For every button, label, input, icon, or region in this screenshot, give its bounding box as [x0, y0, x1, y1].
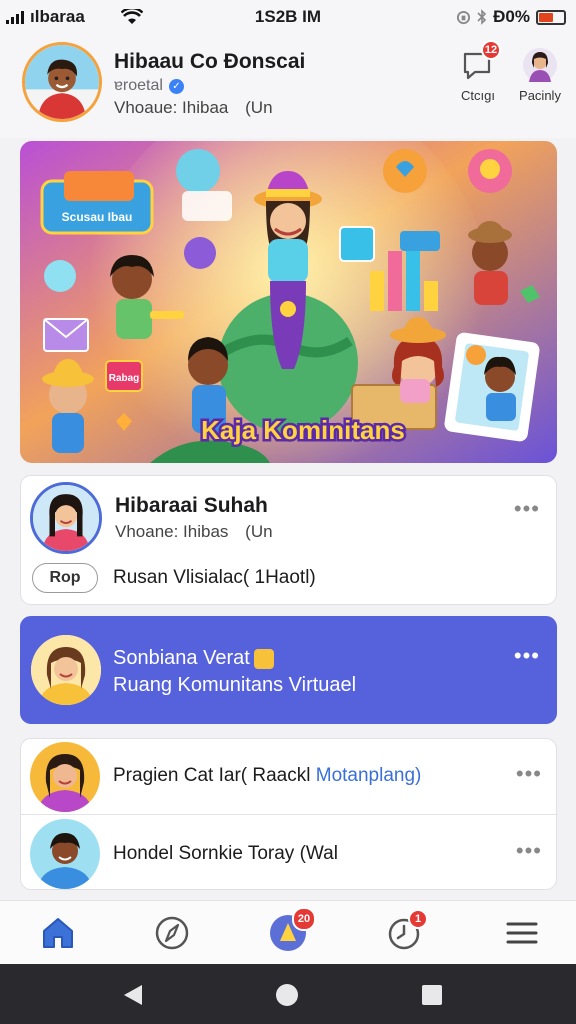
featured-room-card[interactable]: Sonbiana Verat Ruang Komunitans Virtuael… [20, 616, 557, 724]
profile-meta: Vhoaue: Ihibaa (Un [114, 98, 273, 117]
nav-notifications[interactable]: 1 [382, 909, 428, 955]
more-options-icon[interactable]: ••• [516, 761, 542, 787]
banner-sign: Scusau Ibau [40, 171, 154, 235]
bluetooth-icon [477, 9, 487, 25]
reply-button[interactable]: Rop [32, 563, 98, 593]
profile-button[interactable]: Pacinly [510, 46, 570, 103]
list-item[interactable]: Pragien Cat Iar( Raackl Motanplang) ••• [21, 739, 558, 815]
profile-subtitle: ɐroetal [114, 77, 163, 94]
banner-title: Kaja Kominitans [201, 415, 405, 445]
create-badge: 20 [292, 907, 316, 931]
hand-emoji-icon [253, 648, 274, 669]
battery-icon [536, 9, 566, 25]
status-bar: ılbaraa 1S2B IM Ð0% [0, 0, 576, 34]
home-icon [43, 918, 73, 948]
menu-icon [506, 922, 538, 944]
post-meta: Vhoane: Ihibas (Un [115, 522, 273, 541]
chat-label: Ctcıgı [461, 88, 495, 103]
post-text: Rusan Vlisialac( 1Haotl) [113, 567, 316, 588]
battery-percent: Ð0% [493, 7, 530, 26]
back-icon[interactable] [120, 982, 146, 1008]
room-avatar[interactable] [31, 635, 101, 705]
post-avatar[interactable] [30, 482, 102, 554]
community-banner[interactable]: Scusau Ibau Rabag Kaja Kominitans [20, 141, 557, 463]
svg-text:Scusau Ibau: Scusau Ibau [62, 210, 133, 224]
room-title: Sonbiana Verat [113, 647, 250, 669]
nav-home[interactable] [36, 911, 80, 955]
profile-header: Hibaau Co Ðonscai ɐroetal ✓ Vhoaue: Ihib… [0, 34, 576, 138]
post-card[interactable]: Hibaraai Suhah Vhoane: Ihibas (Un ••• Ro… [20, 475, 557, 605]
list-avatar[interactable] [30, 819, 100, 889]
recents-icon[interactable] [420, 983, 444, 1007]
bottom-nav: 20 1 [0, 900, 576, 964]
list-item-text: Pragien Cat Iar( Raackl [113, 765, 311, 786]
meta-icon: (Un [245, 522, 273, 541]
list-item[interactable]: Hondel Sornkie Toray (Wal ••• [21, 816, 558, 891]
profile-icon [523, 48, 557, 82]
banner-illustration: Scusau Ibau Rabag Kaja Kominitans [20, 141, 557, 463]
meta-icon: (Un [245, 98, 273, 117]
notifications-badge: 1 [408, 909, 428, 929]
room-subtitle: Ruang Komunitans Virtuael [113, 674, 357, 696]
svg-text:Rabag: Rabag [109, 373, 140, 384]
list-item-text: Hondel Sornkie Toray (Wal [113, 843, 338, 864]
nav-explore[interactable] [150, 911, 194, 955]
chat-badge: 12 [481, 40, 501, 60]
profile-avatar[interactable] [22, 42, 102, 122]
more-options-icon[interactable]: ••• [514, 643, 540, 669]
nav-menu[interactable] [500, 911, 544, 955]
profile-name: Hibaau Co Ðonscai [114, 50, 306, 73]
room-list: Pragien Cat Iar( Raackl Motanplang) ••• … [20, 738, 558, 891]
compass-icon [155, 916, 189, 950]
profile-label: Pacinly [519, 88, 561, 103]
system-navigation [0, 964, 576, 1024]
list-avatar[interactable] [30, 742, 100, 812]
verified-icon: ✓ [168, 78, 184, 94]
lock-rotation-icon [457, 10, 471, 24]
nav-create[interactable]: 20 [266, 907, 316, 955]
home-button-icon[interactable] [274, 982, 300, 1008]
list-item-link[interactable]: Motanplang) [316, 765, 422, 786]
more-options-icon[interactable]: ••• [516, 838, 542, 864]
more-options-icon[interactable]: ••• [514, 496, 540, 522]
post-author: Hibaraai Suhah [115, 494, 268, 517]
chat-button[interactable]: 12 Ctcıgı [448, 40, 508, 103]
